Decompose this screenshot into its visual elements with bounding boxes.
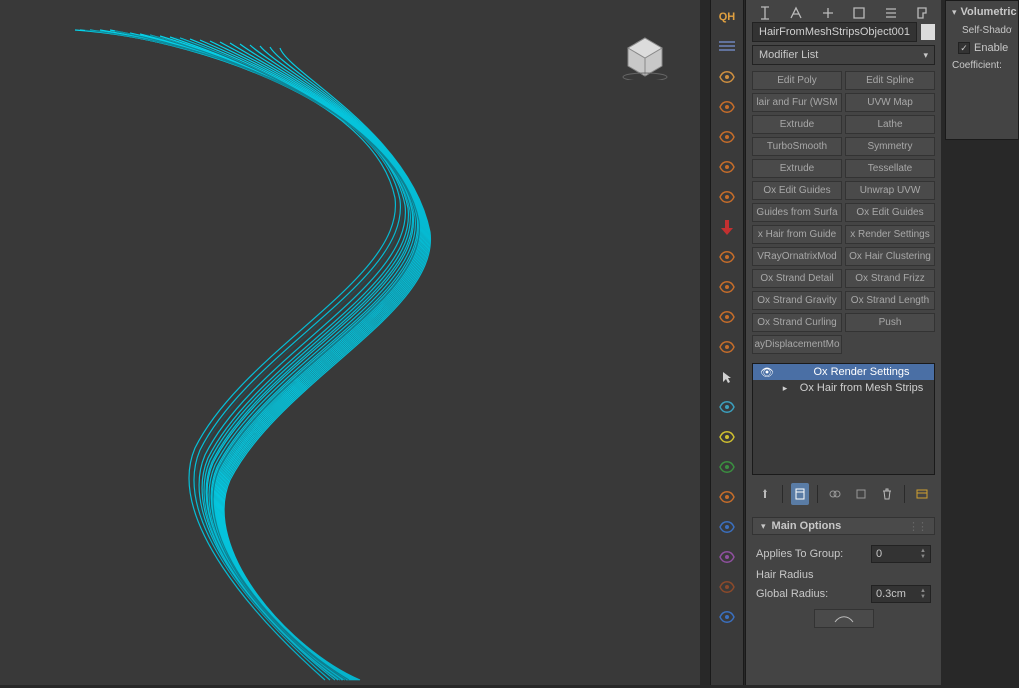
coefficient-label: Coefficient:: [952, 60, 1012, 71]
modifier-button[interactable]: VRayOrnatrixMod: [752, 247, 842, 266]
enable-checkbox[interactable]: ✓: [958, 42, 970, 54]
modifier-button[interactable]: Ox Strand Curling: [752, 313, 842, 332]
swap-icon[interactable]: [714, 274, 740, 300]
visibility-icon[interactable]: 👁: [757, 366, 777, 379]
modifier-button[interactable]: ayDisplacementMo: [752, 335, 842, 354]
remove-modifier-icon[interactable]: [852, 483, 870, 505]
stack-item[interactable]: 👁 Ox Render Settings: [753, 364, 934, 380]
modifier-button[interactable]: TurboSmooth: [752, 137, 842, 156]
motion-icon[interactable]: [819, 4, 837, 22]
pin-stack-icon[interactable]: [756, 483, 774, 505]
object-name-field[interactable]: HairFromMeshStripsObject001: [752, 22, 917, 42]
show-end-result-icon[interactable]: [791, 483, 809, 505]
volumetric-title: Volumetric: [961, 6, 1017, 18]
stack-item-label: Ox Hair from Mesh Strips: [793, 382, 930, 394]
qh-icon[interactable]: QH: [714, 4, 740, 30]
modifier-button[interactable]: x Hair from Guide: [752, 225, 842, 244]
modifier-button[interactable]: x Render Settings: [845, 225, 935, 244]
hammer-icon[interactable]: [913, 4, 931, 22]
modifier-button[interactable]: Ox Strand Length: [845, 291, 935, 310]
modifier-button[interactable]: Ox Strand Detail: [752, 269, 842, 288]
modifier-button[interactable]: Tessellate: [845, 159, 935, 178]
drop-icon[interactable]: [714, 544, 740, 570]
modifier-button[interactable]: Unwrap UVW: [845, 181, 935, 200]
configure-sets-icon[interactable]: [913, 483, 931, 505]
expand-icon[interactable]: ▸: [777, 383, 793, 394]
plus-icon[interactable]: [756, 4, 774, 22]
modifier-button[interactable]: Guides from Surfa: [752, 203, 842, 222]
modifier-stack[interactable]: 👁Ox Render Settings▸Ox Hair from Mesh St…: [752, 363, 935, 475]
modifier-button[interactable]: Edit Spline: [845, 71, 935, 90]
modifier-button[interactable]: Extrude: [752, 115, 842, 134]
modifier-button[interactable]: Lathe: [845, 115, 935, 134]
viewcube[interactable]: [620, 30, 670, 80]
make-unique-icon[interactable]: [826, 483, 844, 505]
stack-item[interactable]: ▸Ox Hair from Mesh Strips: [753, 380, 934, 396]
modifier-list-dropdown[interactable]: Modifier List: [752, 45, 935, 65]
modifier-button[interactable]: Ox Hair Clustering: [845, 247, 935, 266]
modifier-button[interactable]: Extrude: [752, 159, 842, 178]
wave3-icon[interactable]: [714, 334, 740, 360]
hook2-icon[interactable]: [714, 604, 740, 630]
down-arrow-icon[interactable]: [714, 214, 740, 240]
tracks-icon[interactable]: [714, 424, 740, 450]
stack-toolbar: [746, 479, 941, 509]
hierarchy-icon[interactable]: [787, 4, 805, 22]
command-panel: HairFromMeshStripsObject001 Modifier Lis…: [745, 0, 941, 685]
chevron-down-icon: ▾: [761, 521, 766, 532]
lines-icon[interactable]: [714, 34, 740, 60]
hook-icon[interactable]: [714, 124, 740, 150]
trash-icon[interactable]: [878, 483, 896, 505]
rollout-grip-icon: ⋮⋮: [908, 520, 926, 533]
modifier-button[interactable]: Edit Poly: [752, 71, 842, 90]
modifier-button[interactable]: Symmetry: [845, 137, 935, 156]
volumetric-panel: ▾ Volumetric Self-Shadowi ✓ Enable Coeff…: [945, 0, 1019, 140]
modifier-button[interactable]: Ox Strand Frizz: [845, 269, 935, 288]
roots-icon[interactable]: [714, 454, 740, 480]
rollout-title: Main Options: [772, 520, 842, 532]
modifier-button[interactable]: Ox Edit Guides: [845, 203, 935, 222]
rings-icon[interactable]: [714, 244, 740, 270]
brackets-icon[interactable]: [714, 394, 740, 420]
hair-radius-label: Hair Radius: [756, 569, 931, 581]
comb-icon[interactable]: [714, 184, 740, 210]
object-color-swatch[interactable]: [921, 24, 935, 40]
coil-icon[interactable]: [714, 514, 740, 540]
modifier-button[interactable]: UVW Map: [845, 93, 935, 112]
bug-icon[interactable]: [714, 484, 740, 510]
sphere-icon[interactable]: [714, 64, 740, 90]
global-radius-spinner[interactable]: 0.3cm▲▼: [871, 585, 931, 603]
stack-item-label: Ox Render Settings: [793, 366, 930, 378]
applies-to-label: Applies To Group:: [756, 548, 865, 560]
enable-label: Enable: [974, 42, 1008, 54]
viewport[interactable]: [0, 0, 700, 685]
self-shadowing-label: Self-Shadowi: [952, 25, 1012, 36]
modifier-button[interactable]: Ox Edit Guides: [752, 181, 842, 200]
bend-icon[interactable]: [714, 574, 740, 600]
pointer-icon[interactable]: [714, 364, 740, 390]
rollout-main-options[interactable]: ▾ Main Options ⋮⋮: [752, 517, 935, 535]
modifier-button[interactable]: lair and Fur (WSM: [752, 93, 842, 112]
wave2-icon[interactable]: [714, 154, 740, 180]
utilities-icon[interactable]: [882, 4, 900, 22]
wave1-icon[interactable]: [714, 94, 740, 120]
chevron-down-icon: ▾: [952, 7, 957, 18]
radius-curve-button[interactable]: [814, 609, 874, 628]
display-icon[interactable]: [850, 4, 868, 22]
applies-to-group-spinner[interactable]: 0▲▼: [871, 545, 931, 563]
global-radius-label: Global Radius:: [756, 588, 865, 600]
modifier-button[interactable]: Ox Strand Gravity: [752, 291, 842, 310]
command-panel-tabs: [746, 0, 941, 22]
modifier-button[interactable]: Push: [845, 313, 935, 332]
heart-icon[interactable]: [714, 304, 740, 330]
ornatrix-toolbar: QH: [710, 0, 744, 685]
